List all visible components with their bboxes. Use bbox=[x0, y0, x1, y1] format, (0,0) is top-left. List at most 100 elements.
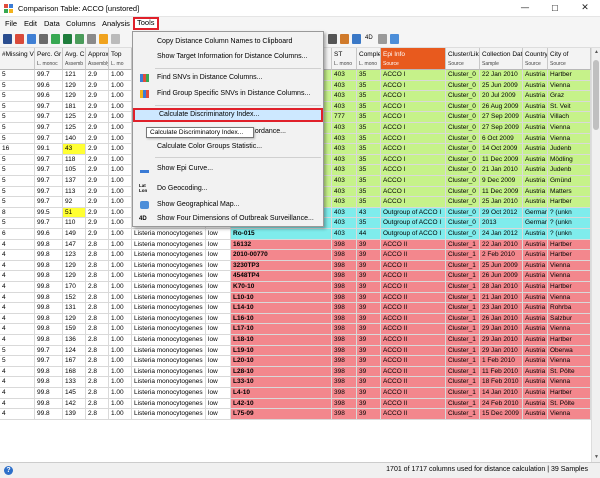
table-cell[interactable]: Vienna bbox=[548, 292, 591, 304]
table-cell[interactable]: St. Pölte bbox=[548, 398, 591, 410]
table-cell[interactable]: ACCO II bbox=[381, 313, 446, 325]
table-cell[interactable]: 5 bbox=[0, 70, 35, 81]
table-cell[interactable]: Cluster_0 bbox=[446, 80, 480, 92]
table-cell[interactable]: Cluster_0 bbox=[446, 207, 480, 219]
table-cell[interactable]: ACCO I bbox=[381, 144, 446, 155]
table-cell[interactable]: Austria bbox=[523, 154, 548, 166]
table-cell[interactable]: 99.8 bbox=[35, 388, 63, 399]
table-cell[interactable]: Austria bbox=[523, 335, 548, 346]
table-cell[interactable]: Austria bbox=[523, 101, 548, 113]
table-cell[interactable]: ? (unkn bbox=[548, 207, 591, 219]
table-cell[interactable]: 99.7 bbox=[35, 218, 63, 229]
table-cell[interactable]: 403 bbox=[332, 133, 357, 145]
table-cell[interactable]: ACCO II bbox=[381, 398, 446, 410]
table-cell[interactable]: 398 bbox=[332, 250, 357, 261]
table-cell[interactable]: Listeria monocytogenes bbox=[132, 409, 206, 420]
close-button[interactable]: ✕ bbox=[570, 0, 600, 17]
table-cell[interactable]: 129 bbox=[63, 260, 86, 272]
table-cell[interactable]: ACCO I bbox=[381, 133, 446, 145]
export-icon[interactable] bbox=[75, 34, 84, 44]
table-cell[interactable]: Austria bbox=[523, 91, 548, 102]
table-cell[interactable]: 35 bbox=[357, 186, 381, 198]
table-cell[interactable]: Cluster_1 bbox=[446, 409, 480, 420]
table-cell[interactable]: ACCO II bbox=[381, 271, 446, 282]
table-cell[interactable]: 2.9 bbox=[86, 207, 109, 219]
table-cell[interactable]: 136 bbox=[63, 335, 86, 346]
table-cell[interactable]: 27 Sep 2009 bbox=[480, 123, 523, 134]
table-cell[interactable]: 4 bbox=[0, 366, 35, 378]
table-row[interactable]: 4 99.8 131 2.8 1.00 Listeria monocytogenes low… bbox=[0, 303, 591, 314]
table-cell[interactable]: L4-10 bbox=[231, 388, 332, 399]
table-cell[interactable]: Outgroup of ACCO I bbox=[381, 207, 446, 219]
table-cell[interactable]: ACCO I bbox=[381, 101, 446, 113]
table-cell[interactable]: 124 bbox=[63, 345, 86, 357]
table-cell[interactable]: 2.8 bbox=[86, 366, 109, 378]
table-cell[interactable]: Cluster_0 bbox=[446, 165, 480, 176]
table-cell[interactable]: Austria bbox=[523, 260, 548, 272]
table-cell[interactable]: 26 Jan 2010 bbox=[480, 313, 523, 325]
menu-data[interactable]: Data bbox=[42, 18, 62, 30]
table-cell[interactable]: 398 bbox=[332, 366, 357, 378]
table-cell[interactable]: 403 bbox=[332, 91, 357, 102]
table-row[interactable]: 4 99.8 152 2.8 1.00 Listeria monocytogenes low… bbox=[0, 292, 591, 304]
table-cell[interactable]: 181 bbox=[63, 101, 86, 113]
table-cell[interactable]: 5 bbox=[0, 101, 35, 113]
table-cell[interactable]: 2.9 bbox=[86, 229, 109, 240]
table-cell[interactable]: 398 bbox=[332, 345, 357, 357]
table-cell[interactable]: Austria bbox=[523, 271, 548, 282]
table-cell[interactable]: Cluster_0 bbox=[446, 123, 480, 134]
table-cell[interactable]: Austria bbox=[523, 345, 548, 357]
table-cell[interactable]: 21 Jan 2010 bbox=[480, 292, 523, 304]
table-cell[interactable]: 21 Jan 2010 bbox=[480, 165, 523, 176]
table-cell[interactable]: 29 Jan 2010 bbox=[480, 324, 523, 335]
table-cell[interactable]: ACCO II bbox=[381, 260, 446, 272]
scroll-up-icon[interactable]: ▲ bbox=[592, 48, 600, 57]
table-cell[interactable]: 2010-00770 bbox=[231, 250, 332, 261]
table-cell[interactable]: 1.00 bbox=[109, 282, 132, 293]
table-cell[interactable]: 121 bbox=[63, 70, 86, 81]
table-cell[interactable]: 398 bbox=[332, 335, 357, 346]
table-row[interactable]: 4 99.8 123 2.8 1.00 Listeria monocytogenes low… bbox=[0, 250, 591, 261]
table-row[interactable]: 4 99.8 129 2.8 1.00 Listeria monocytogenes low… bbox=[0, 313, 591, 325]
column-header[interactable]: #Missing V bbox=[0, 48, 35, 70]
table-cell[interactable]: 4 bbox=[0, 409, 35, 420]
menu-find-group-snvs[interactable]: Find Group Specific SNVs in Distance Col… bbox=[133, 87, 323, 101]
table-cell[interactable]: Austria bbox=[523, 70, 548, 81]
table-cell[interactable]: 16 bbox=[0, 144, 35, 155]
table-cell[interactable]: 403 bbox=[332, 144, 357, 155]
table-cell[interactable]: ACCO II bbox=[381, 282, 446, 293]
table-cell[interactable]: Cluster_1 bbox=[446, 271, 480, 282]
table-cell[interactable]: 4 bbox=[0, 250, 35, 261]
table-cell[interactable]: 2.9 bbox=[86, 186, 109, 198]
table-cell[interactable]: Cluster_0 bbox=[446, 186, 480, 198]
menu-color-groups-statistic[interactable]: Calculate Color Groups Statistic... bbox=[133, 140, 323, 154]
table-cell[interactable]: 2.9 bbox=[86, 144, 109, 155]
table-cell[interactable]: Ro-015 bbox=[231, 229, 332, 240]
table-cell[interactable]: 4 bbox=[0, 313, 35, 325]
scrollbar-thumb[interactable] bbox=[593, 60, 599, 130]
table-cell[interactable]: 398 bbox=[332, 292, 357, 304]
table-cell[interactable]: Austria bbox=[523, 377, 548, 388]
table-cell[interactable]: Mödling bbox=[548, 154, 591, 166]
table-cell[interactable]: 398 bbox=[332, 313, 357, 325]
table-cell[interactable]: ACCO I bbox=[381, 123, 446, 134]
table-cell[interactable]: 4 bbox=[0, 260, 35, 272]
table-cell[interactable]: 2.9 bbox=[86, 133, 109, 145]
table-cell[interactable]: 11 Dec 2009 bbox=[480, 154, 523, 166]
table-cell[interactable]: 398 bbox=[332, 398, 357, 410]
table-cell[interactable]: ACCO II bbox=[381, 250, 446, 261]
column-header[interactable]: Top L. mo bbox=[109, 48, 132, 70]
table-cell[interactable]: low bbox=[206, 271, 231, 282]
table-cell[interactable]: Judenb bbox=[548, 144, 591, 155]
table-cell[interactable]: 35 bbox=[357, 112, 381, 123]
table-cell[interactable]: 22 Jan 2010 bbox=[480, 70, 523, 81]
table-cell[interactable]: Austria bbox=[523, 133, 548, 145]
table-cell[interactable]: low bbox=[206, 229, 231, 240]
table-cell[interactable]: Outgroup of ACCO I bbox=[381, 229, 446, 240]
table-cell[interactable]: 5 bbox=[0, 112, 35, 123]
table-cell[interactable]: ACCO I bbox=[381, 112, 446, 123]
table-cell[interactable]: Austria bbox=[523, 112, 548, 123]
table-cell[interactable]: Austria bbox=[523, 324, 548, 335]
table-cell[interactable]: Listeria monocytogenes bbox=[132, 303, 206, 314]
table-cell[interactable]: Austria bbox=[523, 123, 548, 134]
